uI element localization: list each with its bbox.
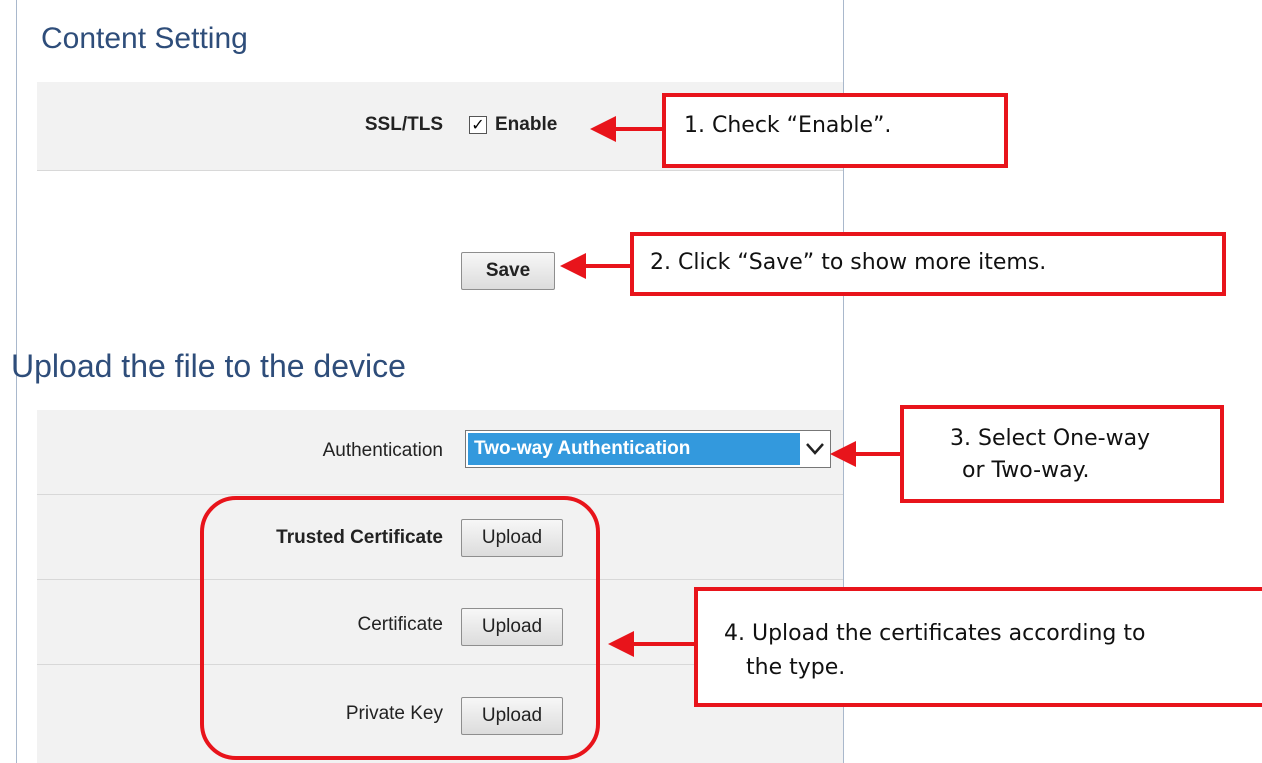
- callout-step4-arrow-head: [608, 631, 634, 657]
- auth-row: Authentication Two-way Authentication: [37, 410, 843, 495]
- upload-rows-highlight: [200, 496, 600, 760]
- callout-step2-arrow-line: [584, 264, 632, 268]
- callout-step3-arrow-head: [830, 441, 856, 467]
- content-setting-title: Content Setting: [41, 22, 248, 55]
- enable-label: Enable: [495, 114, 558, 135]
- upload-section-title: Upload the file to the device: [11, 348, 406, 384]
- callout-step1-arrow-line: [614, 127, 664, 131]
- callout-step2-text: 2. Click “Save” to show more items.: [650, 250, 1047, 275]
- callout-step1-text: 1. Check “Enable”.: [684, 113, 892, 138]
- callout-step3-text-line2: or Two-way.: [962, 458, 1090, 483]
- enable-checkbox[interactable]: ✓: [469, 116, 487, 134]
- callout-step1-arrow-head: [590, 116, 616, 142]
- callout-step3: 3. Select One-way or Two-way.: [900, 405, 1224, 503]
- chevron-down-icon: [804, 437, 826, 459]
- callout-step3-arrow-line: [852, 452, 902, 456]
- callout-step4-arrow-line: [632, 642, 696, 646]
- callout-step3-text-line1: 3. Select One-way: [950, 426, 1151, 451]
- enable-checkbox-group[interactable]: ✓ Enable: [469, 114, 557, 136]
- auth-label: Authentication: [322, 440, 443, 461]
- callout-step1: 1. Check “Enable”.: [662, 93, 1008, 168]
- authentication-select[interactable]: Two-way Authentication: [465, 430, 831, 468]
- callout-step2-arrow-head: [560, 253, 586, 279]
- callout-step4-text-line2: the type.: [746, 655, 846, 680]
- save-button[interactable]: Save: [461, 252, 555, 290]
- ssl-label: SSL/TLS: [364, 114, 443, 135]
- callout-step4: 4. Upload the certificates according to …: [694, 587, 1262, 707]
- callout-step4-text-line1: 4. Upload the certificates according to: [724, 621, 1146, 646]
- auth-selected-value: Two-way Authentication: [468, 433, 800, 465]
- callout-step2: 2. Click “Save” to show more items.: [630, 232, 1226, 296]
